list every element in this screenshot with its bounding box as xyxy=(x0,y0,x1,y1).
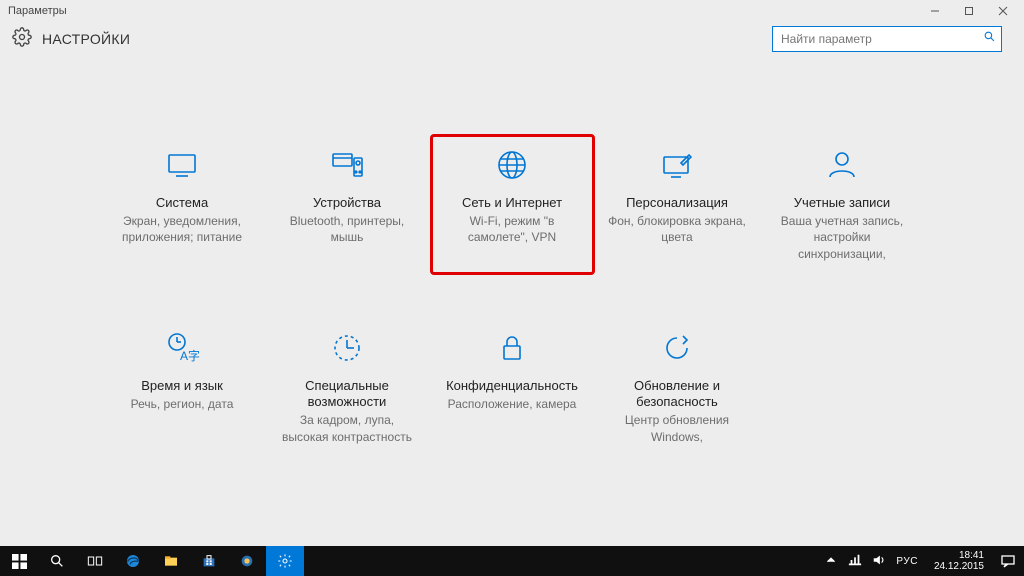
header: НАСТРОЙКИ xyxy=(0,22,1024,62)
task-view-icon[interactable] xyxy=(76,546,114,576)
maximize-button[interactable] xyxy=(952,0,986,22)
gear-icon xyxy=(12,27,32,52)
tray-network-icon[interactable] xyxy=(848,553,862,570)
taskbar-app-store[interactable] xyxy=(190,546,228,576)
tray-language[interactable]: РУС xyxy=(896,556,918,567)
taskbar-app-settings[interactable] xyxy=(266,546,304,576)
start-button[interactable] xyxy=(0,546,38,576)
tile-title: Персонализация xyxy=(626,195,728,211)
ease-icon xyxy=(327,326,367,370)
tile-desc: Фон, блокировка экрана, цвета xyxy=(608,213,747,245)
window-controls xyxy=(918,0,1020,22)
taskbar-app-explorer[interactable] xyxy=(152,546,190,576)
tile-desc: Wi-Fi, режим "в самолете", VPN xyxy=(443,213,582,245)
time-language-icon: A字 xyxy=(162,326,202,370)
personalization-icon xyxy=(657,143,697,187)
clock-date: 24.12.2015 xyxy=(934,561,984,573)
taskbar-search-icon[interactable] xyxy=(38,546,76,576)
search-box[interactable] xyxy=(772,26,1002,52)
search-icon xyxy=(983,30,996,48)
close-button[interactable] xyxy=(986,0,1020,22)
taskbar: РУС 18:41 24.12.2015 xyxy=(0,546,1024,576)
tile-desc: За кадром, лупа, высокая контрастность xyxy=(278,412,417,444)
person-icon xyxy=(822,143,862,187)
tile-personalization[interactable]: Персонализация Фон, блокировка экрана, ц… xyxy=(595,134,760,275)
taskbar-clock[interactable]: 18:41 24.12.2015 xyxy=(926,546,992,576)
update-icon xyxy=(657,326,697,370)
tile-title: Система xyxy=(156,195,208,211)
action-center-icon[interactable] xyxy=(992,546,1024,576)
tile-time-language[interactable]: A字 Время и язык Речь, регион, дата xyxy=(100,317,265,458)
tile-network[interactable]: Сеть и Интернет Wi-Fi, режим "в самолете… xyxy=(430,134,595,275)
lock-icon xyxy=(492,326,532,370)
taskbar-app-generic[interactable] xyxy=(228,546,266,576)
tile-accounts[interactable]: Учетные записи Ваша учетная запись, наст… xyxy=(760,134,925,275)
tile-title: Устройства xyxy=(313,195,381,211)
tray-chevron-up-icon[interactable] xyxy=(824,553,838,570)
devices-icon xyxy=(327,143,367,187)
tile-system[interactable]: Система Экран, уведомления, приложения; … xyxy=(100,134,265,275)
tile-title: Учетные записи xyxy=(794,195,890,211)
tile-devices[interactable]: Устройства Bluetooth, принтеры, мышь xyxy=(265,134,430,275)
titlebar: Параметры xyxy=(0,0,1024,22)
system-tray[interactable]: РУС xyxy=(816,546,926,576)
tile-title: Сеть и Интернет xyxy=(462,195,562,211)
window-title: Параметры xyxy=(8,5,67,17)
display-icon xyxy=(162,143,202,187)
tray-volume-icon[interactable] xyxy=(872,553,886,570)
globe-icon xyxy=(492,143,532,187)
tile-desc: Центр обновления Windows, xyxy=(608,412,747,444)
tile-title: Время и язык xyxy=(141,378,223,394)
tile-ease-of-access[interactable]: Специальные возможности За кадром, лупа,… xyxy=(265,317,430,458)
tile-desc: Bluetooth, принтеры, мышь xyxy=(278,213,417,245)
clock-time: 18:41 xyxy=(959,550,984,562)
tile-title: Специальные возможности xyxy=(278,378,417,411)
tile-privacy[interactable]: Конфиденциальность Расположение, камера xyxy=(430,317,595,458)
svg-text:A字: A字 xyxy=(180,348,200,363)
tile-update-security[interactable]: Обновление и безопасность Центр обновлен… xyxy=(595,317,760,458)
search-input[interactable] xyxy=(772,26,1002,52)
tile-desc: Ваша учетная запись, настройки синхрониз… xyxy=(773,213,912,262)
tile-title: Конфиденциальность xyxy=(446,378,578,394)
minimize-button[interactable] xyxy=(918,0,952,22)
taskbar-app-edge[interactable] xyxy=(114,546,152,576)
tile-desc: Экран, уведомления, приложения; питание xyxy=(113,213,252,245)
tile-desc: Речь, регион, дата xyxy=(131,396,234,412)
page-title: НАСТРОЙКИ xyxy=(42,31,130,47)
tile-title: Обновление и безопасность xyxy=(608,378,747,411)
settings-grid: Система Экран, уведомления, приложения; … xyxy=(100,134,925,458)
tile-desc: Расположение, камера xyxy=(448,396,577,412)
